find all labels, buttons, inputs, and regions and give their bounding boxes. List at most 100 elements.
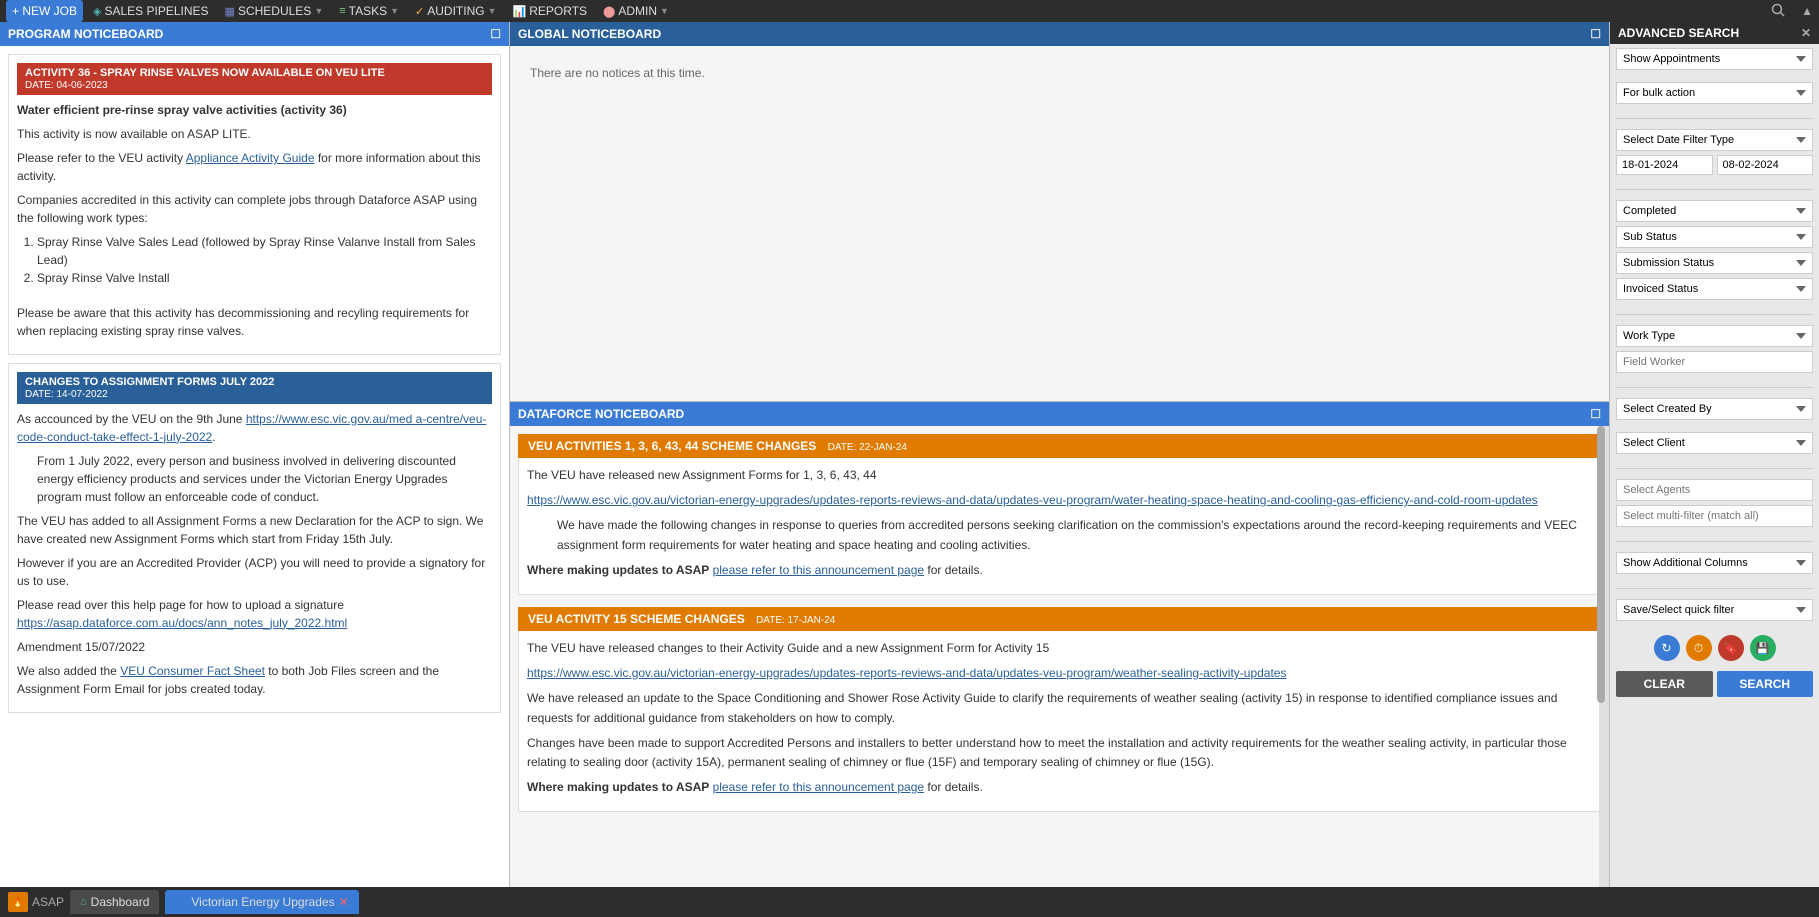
admin-nav[interactable]: ⬤ ADMIN ▼ [597, 0, 675, 22]
tasks-dropdown-icon: ▼ [390, 6, 399, 16]
bookmark-icon: 🔖 [1724, 642, 1738, 655]
clock-button[interactable]: ⏱ [1686, 635, 1712, 661]
advanced-search-panel: ADVANCED SEARCH ✕ Show Appointments For … [1609, 22, 1819, 887]
new-job-label: + NEW JOB [12, 4, 77, 18]
df-notice-1-date: DATE: 22-JAN-24 [828, 442, 907, 453]
schedules-icon: ▦ [225, 5, 235, 18]
df-notice-card-2: VEU ACTIVITY 15 SCHEME CHANGES DATE: 17-… [518, 607, 1601, 812]
show-appointments-dropdown[interactable]: Show Appointments [1616, 48, 1813, 70]
quick-filter-dropdown[interactable]: Save/Select quick filter [1616, 599, 1813, 621]
new-job-button[interactable]: + NEW JOB [6, 0, 83, 22]
veu-tab-icon [175, 896, 187, 908]
df-notice-1-body: The VEU have released new Assignment For… [518, 458, 1601, 595]
global-empty-message: There are no notices at this time. [530, 66, 705, 80]
df-notice-1-announcement-link[interactable]: please refer to this announcement page [713, 563, 924, 577]
submission-status-dropdown[interactable]: Submission Status [1616, 252, 1813, 274]
df-notice-1-title-bar: VEU ACTIVITIES 1, 3, 6, 43, 44 SCHEME CH… [518, 434, 1601, 458]
adv-section-client: Select Client [1610, 428, 1819, 462]
auditing-nav[interactable]: ✓ AUDITING ▼ [409, 0, 502, 22]
schedules-nav[interactable]: ▦ SCHEDULES ▼ [219, 0, 330, 22]
df-notice-1-title: VEU ACTIVITIES 1, 3, 6, 43, 44 SCHEME CH… [528, 439, 816, 453]
middle-panel: GLOBAL NOTICEBOARD ☐ There are no notice… [510, 22, 1609, 887]
client-dropdown[interactable]: Select Client [1616, 432, 1813, 454]
adv-divider-1 [1616, 118, 1813, 119]
tasks-nav[interactable]: ≡ TASKS ▼ [333, 0, 405, 22]
save-button[interactable]: 💾 [1750, 635, 1776, 661]
notice-1-body: Water efficient pre-rinse spray valve ac… [17, 101, 492, 340]
advanced-search-close[interactable]: ✕ [1801, 26, 1811, 40]
created-by-dropdown[interactable]: Select Created By [1616, 398, 1813, 420]
multi-filter-input[interactable] [1616, 505, 1813, 527]
additional-columns-dropdown[interactable]: Show Additional Columns [1616, 552, 1813, 574]
sub-status-dropdown[interactable]: Sub Status [1616, 226, 1813, 248]
program-noticeboard-content: ACTIVITY 36 - SPRAY RINSE VALVES NOW AVA… [0, 46, 509, 887]
dataforce-noticeboard-close[interactable]: ☐ [1590, 407, 1601, 421]
date-from-input[interactable] [1616, 155, 1713, 175]
date-filter-type-dropdown[interactable]: Select Date Filter Type [1616, 129, 1813, 151]
adv-section-additional: Show Additional Columns [1610, 548, 1819, 582]
asap-logo-icon: 🔥 [8, 892, 28, 912]
bulk-action-dropdown[interactable]: For bulk action [1616, 82, 1813, 104]
notice-2-body: As accounced by the VEU on the 9th June … [17, 410, 492, 698]
dataforce-noticeboard-header: DATAFORCE NOTICEBOARD ☐ [510, 402, 1609, 426]
notice-1-title: ACTIVITY 36 - SPRAY RINSE VALVES NOW AVA… [25, 67, 385, 79]
taskbar: 🔥 ASAP ⌂ Dashboard Victorian Energy Upgr… [0, 887, 1819, 917]
notice-2-link-1[interactable]: https://www.esc.vic.gov.au/med a-centre/… [17, 412, 486, 444]
search-icon [1771, 3, 1785, 17]
df-notice-2-announcement-link[interactable]: please refer to this announcement page [713, 780, 924, 794]
schedules-label: SCHEDULES [238, 4, 311, 18]
field-worker-input[interactable] [1616, 351, 1813, 373]
dataforce-noticeboard-content: VEU ACTIVITIES 1, 3, 6, 43, 44 SCHEME CH… [510, 426, 1609, 887]
reports-icon: 📊 [513, 5, 527, 18]
program-noticeboard-close[interactable]: ☐ [490, 27, 501, 41]
program-noticeboard-header: PROGRAM NOTICEBOARD ☐ [0, 22, 509, 46]
collapse-button[interactable]: ▲ [1801, 4, 1813, 18]
global-noticeboard-close[interactable]: ☐ [1590, 27, 1601, 41]
date-to-input[interactable] [1717, 155, 1814, 175]
refresh-button[interactable]: ↻ [1654, 635, 1680, 661]
bookmark-button[interactable]: 🔖 [1718, 635, 1744, 661]
sales-pipelines-nav[interactable]: ◈ SALES PIPELINES [87, 0, 215, 22]
adv-divider-6 [1616, 541, 1813, 542]
taskbar-tab-dashboard[interactable]: ⌂ Dashboard [70, 890, 159, 914]
adv-section-quick-filter: Save/Select quick filter [1610, 595, 1819, 629]
reports-label: REPORTS [529, 4, 587, 18]
clock-icon: ⏱ [1694, 641, 1703, 656]
admin-label: ADMIN [618, 4, 657, 18]
notice-2-link-3[interactable]: VEU Consumer Fact Sheet [120, 664, 265, 678]
taskbar-tab-veu[interactable]: Victorian Energy Upgrades ✕ [165, 890, 358, 914]
dataforce-noticeboard-panel: DATAFORCE NOTICEBOARD ☐ VEU ACTIVITIES 1… [510, 402, 1609, 887]
program-noticeboard-title: PROGRAM NOTICEBOARD [8, 27, 163, 41]
df-notice-2-date: DATE: 17-JAN-24 [756, 615, 835, 626]
top-navigation: + NEW JOB ◈ SALES PIPELINES ▦ SCHEDULES … [0, 0, 1819, 22]
search-button[interactable] [1763, 3, 1793, 20]
notice-2-title-bar: CHANGES TO ASSIGNMENT FORMS JULY 2022 DA… [17, 372, 492, 404]
notice-1-title-bar: ACTIVITY 36 - SPRAY RINSE VALVES NOW AVA… [17, 63, 492, 95]
adv-section-date-filter: Select Date Filter Type [1610, 125, 1819, 183]
admin-dropdown-icon: ▼ [660, 6, 669, 16]
sales-pipelines-label: SALES PIPELINES [104, 4, 208, 18]
scrollbar-track[interactable] [1599, 426, 1609, 887]
search-button[interactable]: SEARCH [1717, 671, 1814, 697]
advanced-search-header: ADVANCED SEARCH ✕ [1610, 22, 1819, 44]
status-dropdown[interactable]: Completed [1616, 200, 1813, 222]
global-noticeboard-header: GLOBAL NOTICEBOARD ☐ [510, 22, 1609, 46]
agents-input[interactable] [1616, 479, 1813, 501]
df-notice-2-link[interactable]: https://www.esc.vic.gov.au/victorian-ene… [527, 666, 1286, 680]
df-notice-1-link[interactable]: https://www.esc.vic.gov.au/victorian-ene… [527, 493, 1538, 507]
scrollbar-thumb[interactable] [1597, 426, 1605, 703]
notice-1-link-1[interactable]: Appliance Activity Guide [186, 151, 315, 165]
veu-tab-close-icon[interactable]: ✕ [339, 895, 349, 909]
auditing-label: AUDITING [427, 4, 484, 18]
work-type-dropdown[interactable]: Work Type [1616, 325, 1813, 347]
invoiced-status-dropdown[interactable]: Invoiced Status [1616, 278, 1813, 300]
reports-nav[interactable]: 📊 REPORTS [507, 0, 594, 22]
global-noticeboard-panel: GLOBAL NOTICEBOARD ☐ There are no notice… [510, 22, 1609, 402]
df-notice-2-body: The VEU have released changes to their A… [518, 631, 1601, 812]
adv-action-buttons: CLEAR SEARCH [1610, 667, 1819, 701]
refresh-icon: ↻ [1661, 641, 1671, 655]
notice-2-link-2[interactable]: https://asap.dataforce.com.au/docs/ann_n… [17, 616, 347, 630]
adv-divider-3 [1616, 314, 1813, 315]
clear-button[interactable]: CLEAR [1616, 671, 1713, 697]
dataforce-noticeboard-title: DATAFORCE NOTICEBOARD [518, 407, 684, 421]
